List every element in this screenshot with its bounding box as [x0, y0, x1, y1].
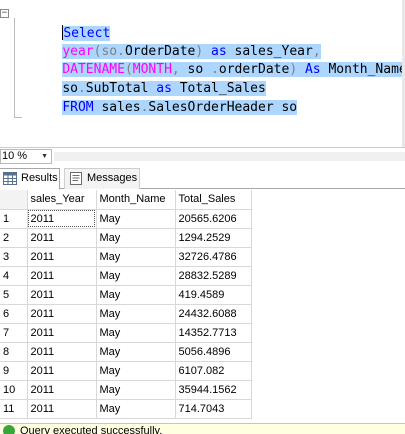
status-bar: Query executed successfully. [0, 423, 405, 434]
row-number[interactable]: 4 [0, 266, 28, 286]
row-number[interactable]: 10 [0, 380, 28, 400]
cell-total-sales[interactable]: 5056.4896 [175, 342, 252, 362]
row-number[interactable]: 7 [0, 323, 28, 343]
table-row[interactable]: 6 2011 May 24432.6088 [0, 304, 252, 324]
cell-month-name[interactable]: May [96, 342, 176, 362]
column-header[interactable]: Month_Name [96, 190, 176, 210]
cell-month-name[interactable]: May [96, 304, 176, 324]
success-check-icon [3, 425, 15, 434]
table-row[interactable]: 9 2011 May 6107.082 [0, 361, 252, 381]
code-token: Month_Name [328, 62, 405, 77]
cell-total-sales[interactable]: 714.7043 [175, 399, 252, 419]
row-number[interactable]: 1 [0, 209, 28, 229]
editor-gutter [0, 0, 10, 147]
cell-month-name[interactable]: May [96, 380, 176, 400]
table-header-row: sales_Year Month_Name Total_Sales [0, 190, 252, 210]
collapse-region-icon[interactable]: − [0, 9, 9, 18]
table-row[interactable]: 5 2011 May 419.4589 [0, 285, 252, 305]
cell-total-sales[interactable]: 32726.4786 [175, 247, 252, 267]
code-line-5[interactable]: FROM sales.SalesOrderHeader so [31, 81, 298, 115]
cell-sales-year[interactable]: 2011 [27, 228, 97, 248]
zoom-dropdown[interactable]: 10 % ▼ [0, 149, 52, 164]
tab-messages[interactable]: Messages [64, 168, 140, 189]
table-row[interactable]: 2 2011 May 1294.2529 [0, 228, 252, 248]
zoom-value: 10 % [2, 150, 28, 162]
cell-month-name[interactable]: May [96, 266, 176, 286]
messages-icon [70, 172, 82, 185]
code-line-2[interactable]: year(so.OrderDate) as sales_Year, [31, 25, 321, 59]
row-number[interactable]: 2 [0, 228, 28, 248]
table-row[interactable]: 10 2011 May 35944.1562 [0, 380, 252, 400]
row-number[interactable]: 8 [0, 342, 28, 362]
table-row[interactable]: 3 2011 May 32726.4786 [0, 247, 252, 267]
row-number[interactable]: 3 [0, 247, 28, 267]
chevron-down-icon[interactable]: ▼ [41, 152, 48, 161]
cell-sales-year[interactable]: 2011 [27, 209, 97, 229]
tab-messages-label: Messages [87, 172, 138, 184]
cell-sales-year[interactable]: 2011 [27, 361, 97, 381]
cell-total-sales[interactable]: 14352.7713 [175, 323, 252, 343]
row-number[interactable]: 5 [0, 285, 28, 305]
cell-total-sales[interactable]: 28832.5289 [175, 266, 252, 286]
cell-month-name[interactable]: May [96, 323, 176, 343]
cell-month-name[interactable]: May [96, 209, 176, 229]
cell-sales-year[interactable]: 2011 [27, 266, 97, 286]
outline-guide [14, 18, 15, 118]
results-table: sales_Year Month_Name Total_Sales 1 2011 M… [0, 190, 252, 419]
status-text: Query executed successfully. [20, 425, 163, 434]
cell-sales-year[interactable]: 2011 [27, 399, 97, 419]
code-token: sales [93, 100, 141, 115]
cell-sales-year[interactable]: 2011 [27, 323, 97, 343]
cell-sales-year[interactable]: 2011 [27, 304, 97, 324]
code-line-1[interactable]: Select [31, 7, 111, 41]
cell-total-sales[interactable]: 35944.1562 [175, 380, 252, 400]
cell-total-sales[interactable]: 6107.082 [175, 361, 252, 381]
cell-month-name[interactable]: May [96, 361, 176, 381]
cell-total-sales[interactable]: 24432.6088 [175, 304, 252, 324]
code-line-3[interactable]: DATENAME(MONTH, so .orderDate) As Month_… [31, 43, 405, 77]
cell-sales-year[interactable]: 2011 [27, 247, 97, 267]
grid-corner[interactable] [0, 190, 28, 210]
row-number[interactable]: 6 [0, 304, 28, 324]
code-token: As [297, 62, 329, 77]
cell-sales-year[interactable]: 2011 [27, 380, 97, 400]
grid-icon [3, 172, 17, 185]
cell-total-sales[interactable]: 20565.6206 [175, 209, 252, 229]
cell-sales-year[interactable]: 2011 [27, 285, 97, 305]
column-header[interactable]: Total_Sales [175, 190, 252, 210]
query-editor[interactable]: − Select year(so.OrderDate) as sales_Yea… [0, 0, 405, 147]
cell-sales-year[interactable]: 2011 [27, 342, 97, 362]
results-tab-strip: Results Messages [0, 165, 405, 190]
cell-total-sales[interactable]: 419.4589 [175, 285, 252, 305]
table-row[interactable]: 11 2011 May 714.7043 [0, 399, 252, 419]
code-line-5-content: FROM sales.SalesOrderHeader so [62, 100, 298, 115]
code-token: SalesOrderHeader so [148, 100, 298, 115]
outline-guide-end [14, 117, 22, 118]
table-row[interactable]: 7 2011 May 14352.7713 [0, 323, 252, 343]
editor-horizontal-scrollbar[interactable] [54, 152, 405, 161]
cell-month-name[interactable]: May [96, 228, 176, 248]
cell-month-name[interactable]: May [96, 247, 176, 267]
editor-zoom-bar: 10 % ▼ [0, 147, 405, 164]
cell-total-sales[interactable]: 1294.2529 [175, 228, 252, 248]
table-body: 1 2011 May 20565.6206 2 2011 May 1294.2529 3 2011… [0, 209, 252, 419]
table-row[interactable]: 1 2011 May 20565.6206 [0, 209, 252, 229]
column-header[interactable]: sales_Year [27, 190, 97, 210]
cell-month-name[interactable]: May [96, 399, 176, 419]
results-grid[interactable]: sales_Year Month_Name Total_Sales 1 2011 M… [0, 190, 405, 423]
code-token: ) [289, 62, 298, 77]
cell-month-name[interactable]: May [96, 285, 176, 305]
code-token: FROM [62, 100, 94, 115]
table-row[interactable]: 4 2011 May 28832.5289 [0, 266, 252, 286]
tab-results[interactable]: Results [0, 168, 60, 190]
code-line-4[interactable]: so.SubTotal as Total_Sales [31, 62, 266, 96]
table-row[interactable]: 8 2011 May 5056.4896 [0, 342, 252, 362]
row-number[interactable]: 11 [0, 399, 28, 419]
tab-results-label: Results [21, 172, 58, 184]
row-number[interactable]: 9 [0, 361, 28, 381]
